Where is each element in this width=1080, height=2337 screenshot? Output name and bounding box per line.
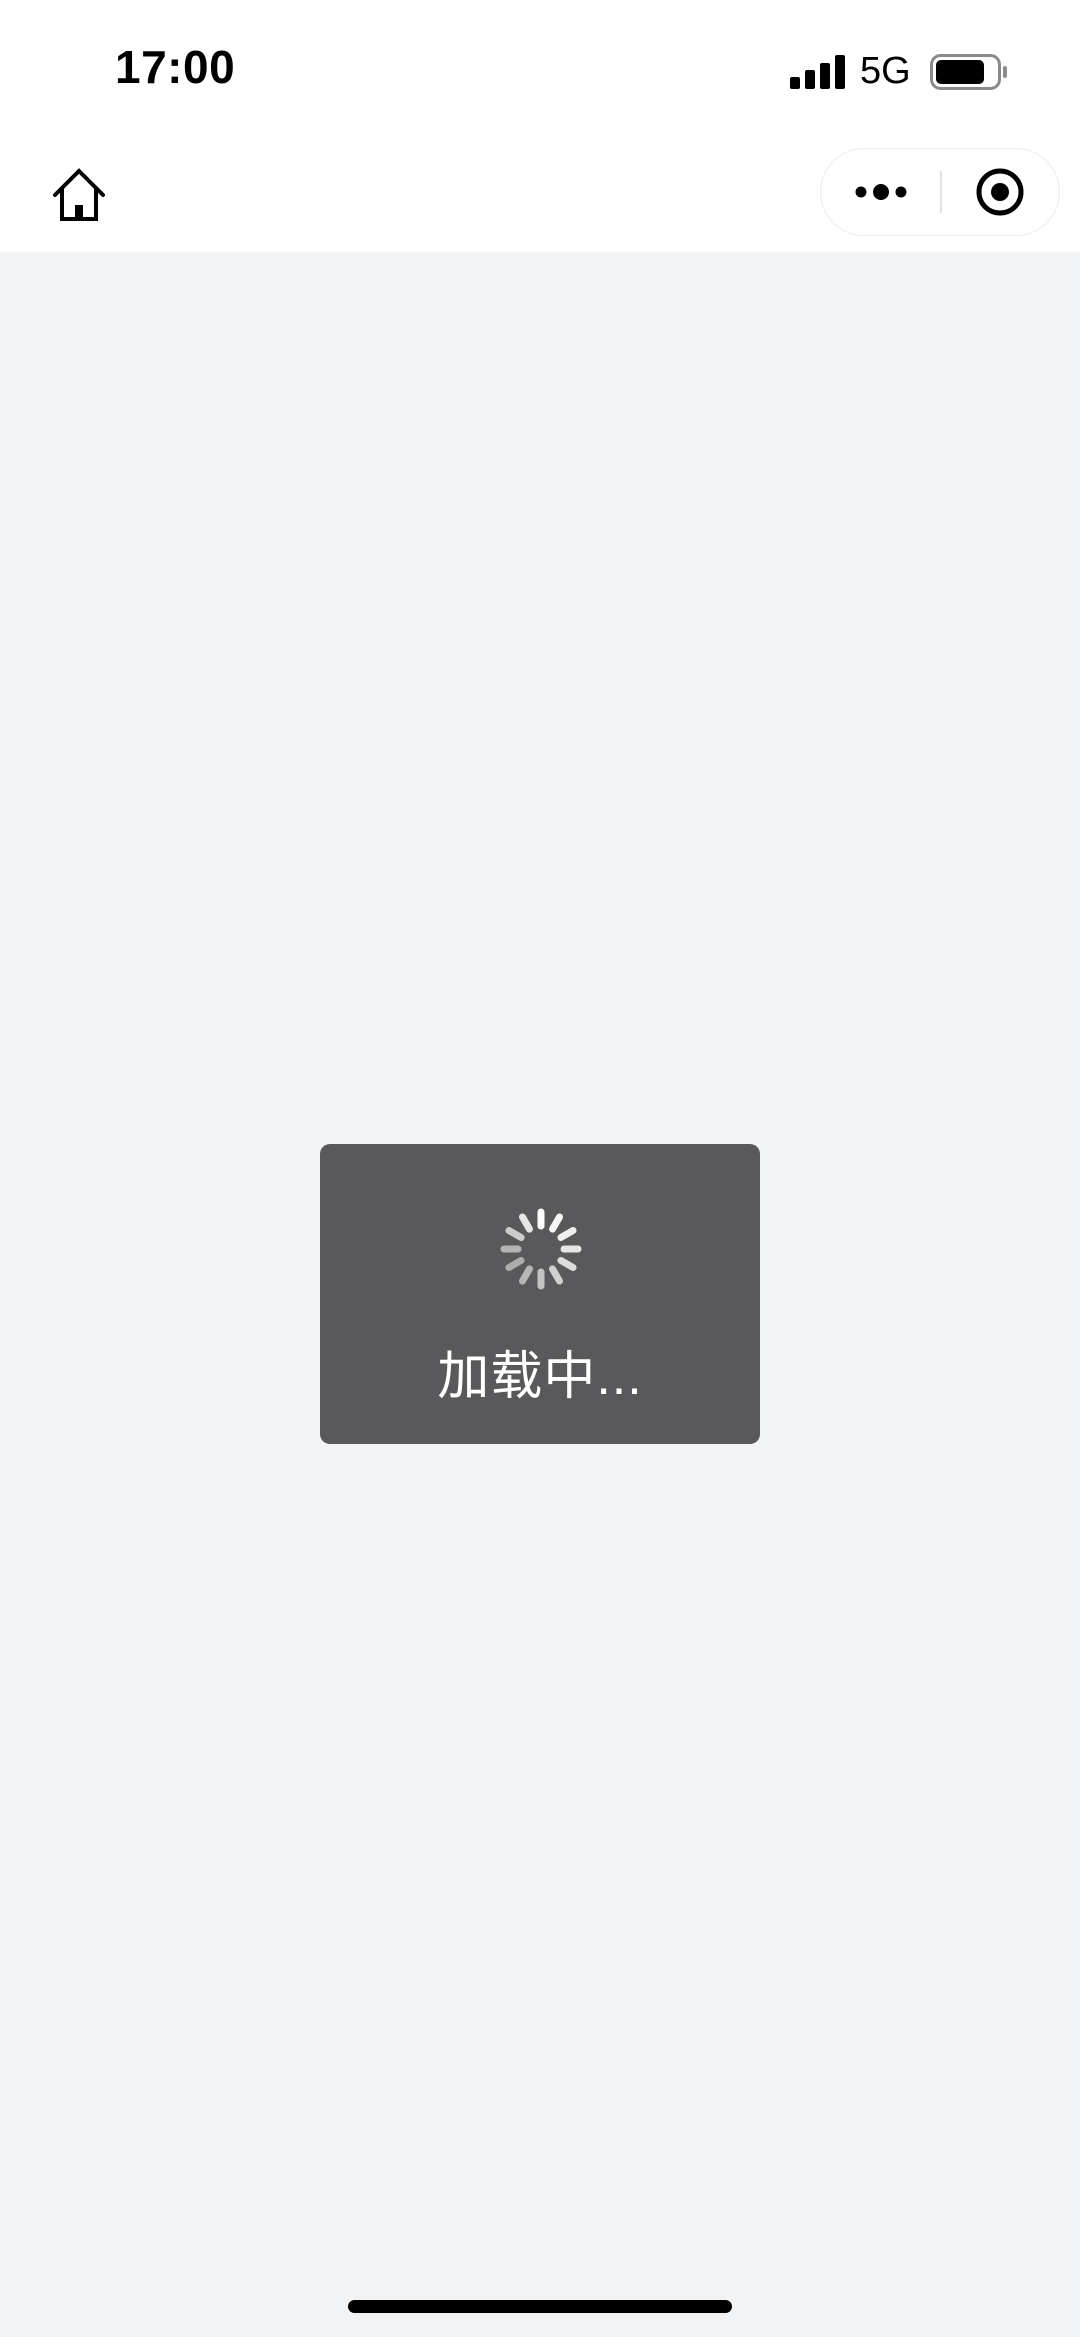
more-dots-icon bbox=[855, 184, 907, 200]
capsule-menu bbox=[820, 148, 1060, 236]
target-close-icon bbox=[976, 168, 1024, 216]
cellular-signal-icon bbox=[790, 55, 845, 89]
network-type-label: 5G bbox=[860, 50, 911, 92]
loading-toast: 加载中... bbox=[320, 1144, 760, 1444]
more-button[interactable] bbox=[821, 149, 941, 235]
home-icon bbox=[53, 168, 105, 221]
mini-program-nav-bar bbox=[0, 140, 1080, 252]
home-indicator[interactable] bbox=[348, 2300, 732, 2313]
battery-icon bbox=[930, 54, 1007, 90]
close-button[interactable] bbox=[941, 149, 1059, 235]
loading-spinner-icon bbox=[500, 1208, 582, 1290]
loading-text: 加载中... bbox=[437, 1348, 643, 1406]
status-time: 17:00 bbox=[115, 41, 236, 93]
status-bar: 17:00 5G bbox=[0, 0, 1080, 140]
home-button[interactable] bbox=[44, 160, 114, 230]
